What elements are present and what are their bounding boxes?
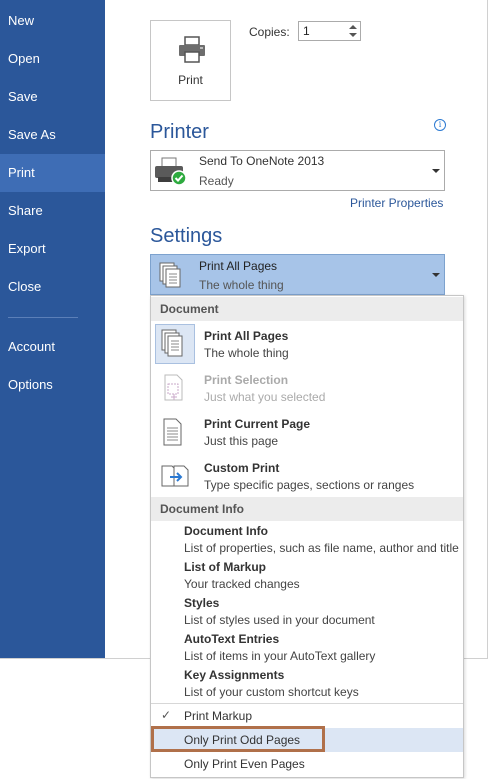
menu-option-only-print-odd-pages[interactable]: Only Print Odd Pages <box>151 726 463 752</box>
nav-print[interactable]: Print <box>0 154 105 192</box>
print-button[interactable]: Print <box>150 20 231 101</box>
page-icon <box>163 418 182 446</box>
printer-status: Ready <box>199 174 234 188</box>
nav-share[interactable]: Share <box>0 192 105 230</box>
all-pages-icon <box>159 262 181 288</box>
nav-save-as[interactable]: Save As <box>0 116 105 154</box>
copies-stepper[interactable]: 1 <box>298 21 361 41</box>
menu-item-autotext-entries[interactable]: AutoText Entries List of items in your A… <box>151 632 463 668</box>
print-range-menu: Document Print All Pages The whole thing… <box>150 295 464 778</box>
nav-open[interactable]: Open <box>0 40 105 78</box>
menu-item-desc: List of properties, such as file name, a… <box>184 541 459 555</box>
selected-range-desc: The whole thing <box>199 278 284 292</box>
menu-item-print-all-pages[interactable]: Print All Pages The whole thing <box>151 322 463 366</box>
menu-item-title: Key Assignments <box>184 668 285 682</box>
highlight-callout-box <box>151 726 325 752</box>
chevron-down-icon <box>432 273 440 277</box>
document-info-section-header: Document Info <box>151 497 463 521</box>
printer-icon <box>179 36 205 63</box>
printer-dropdown[interactable]: Send To OneNote 2013 Ready <box>150 150 445 191</box>
nav-close[interactable]: Close <box>0 268 105 306</box>
menu-item-desc: Just what you selected <box>204 390 326 404</box>
menu-item-custom-print[interactable]: Custom Print Type specific pages, sectio… <box>151 454 463 498</box>
all-pages-icon <box>161 329 183 357</box>
menu-item-styles[interactable]: Styles List of styles used in your docum… <box>151 596 463 632</box>
menu-item-print-selection[interactable]: Print Selection Just what you selected <box>151 366 463 410</box>
spin-up-icon[interactable] <box>349 25 357 29</box>
option-label: Print Markup <box>184 709 253 723</box>
copies-spinner[interactable] <box>346 22 360 40</box>
print-button-label: Print <box>178 73 203 87</box>
menu-item-list-of-markup[interactable]: List of Markup Your tracked changes <box>151 560 463 596</box>
menu-item-title: Print Selection <box>204 373 289 387</box>
menu-option-only-print-even-pages[interactable]: Only Print Even Pages <box>151 752 463 776</box>
menu-item-title: List of Markup <box>184 560 267 574</box>
checkmark-icon: ✓ <box>161 708 172 722</box>
print-range-dropdown[interactable]: Print All Pages The whole thing <box>150 254 445 295</box>
menu-item-key-assignments[interactable]: Key Assignments List of your custom shor… <box>151 668 463 704</box>
printer-properties-link[interactable]: Printer Properties <box>350 196 443 210</box>
nav-new[interactable]: New <box>0 2 105 40</box>
nav-account[interactable]: Account <box>0 328 105 366</box>
menu-item-desc: The whole thing <box>204 346 289 360</box>
menu-item-print-current-page[interactable]: Print Current Page Just this page <box>151 410 463 454</box>
menu-item-title: Print Current Page <box>204 417 311 431</box>
copies-value[interactable]: 1 <box>303 24 310 38</box>
document-section-header: Document <box>151 297 463 321</box>
nav-divider <box>8 317 78 318</box>
menu-option-print-markup[interactable]: ✓ Print Markup <box>151 704 463 728</box>
menu-item-title: AutoText Entries <box>184 632 280 646</box>
menu-item-desc: List of styles used in your document <box>184 613 375 627</box>
menu-item-desc: List of items in your AutoText gallery <box>184 649 376 663</box>
copies-label: Copies: <box>249 25 290 39</box>
backstage-sidebar: New Open Save Save As Print Share Export… <box>0 0 105 658</box>
nav-save[interactable]: Save <box>0 78 105 116</box>
custom-print-icon <box>161 465 189 487</box>
settings-heading: Settings <box>150 225 223 247</box>
nav-options[interactable]: Options <box>0 366 105 404</box>
menu-item-desc: List of your custom shortcut keys <box>184 685 359 699</box>
chevron-down-icon <box>432 169 440 173</box>
printer-device-icon <box>155 157 187 186</box>
menu-item-desc: Just this page <box>204 434 279 448</box>
menu-item-title: Styles <box>184 596 220 610</box>
selected-range-title: Print All Pages <box>199 259 278 273</box>
menu-item-desc: Your tracked changes <box>184 577 300 591</box>
nav-export[interactable]: Export <box>0 230 105 268</box>
selection-icon <box>164 374 183 401</box>
menu-item-title: Custom Print <box>204 461 280 475</box>
option-label: Only Print Even Pages <box>184 757 305 771</box>
spin-down-icon[interactable] <box>349 33 357 37</box>
info-icon[interactable]: i <box>434 119 446 131</box>
menu-item-document-info[interactable]: Document Info List of properties, such a… <box>151 524 463 560</box>
printer-name: Send To OneNote 2013 <box>199 154 325 168</box>
menu-item-desc: Type specific pages, sections or ranges <box>204 478 415 492</box>
menu-item-title: Document Info <box>184 524 268 538</box>
printer-heading: Printer <box>150 121 209 143</box>
menu-item-title: Print All Pages <box>204 329 289 343</box>
